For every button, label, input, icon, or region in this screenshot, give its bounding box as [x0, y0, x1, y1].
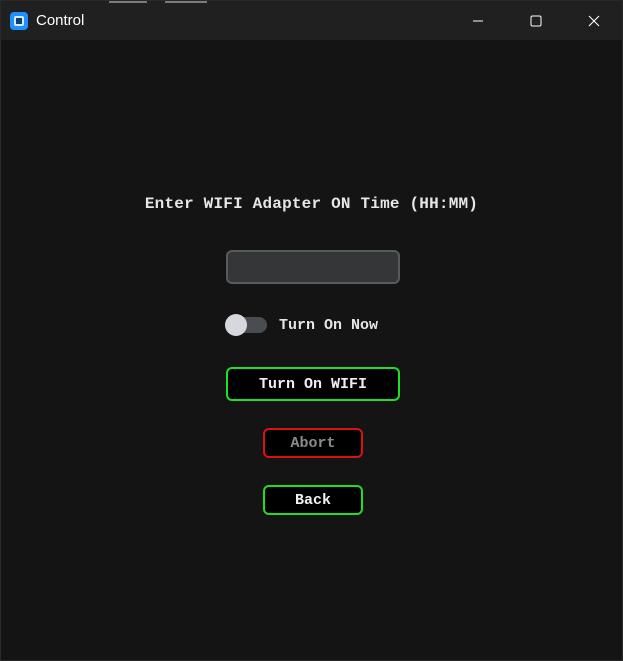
close-icon [588, 15, 600, 26]
abort-button[interactable]: Abort [263, 428, 363, 458]
minimize-button[interactable] [449, 1, 507, 40]
close-button[interactable] [565, 1, 623, 40]
app-icon [10, 12, 28, 30]
minimize-icon [473, 20, 483, 21]
turn-on-now-switch-row[interactable]: Turn On Now [225, 313, 378, 337]
maximize-icon [530, 15, 542, 26]
title-tab-indicators [109, 1, 207, 3]
maximize-button[interactable] [507, 1, 565, 40]
time-prompt-label: Enter WIFI Adapter ON Time (HH:MM) [144, 195, 479, 213]
main-content: Enter WIFI Adapter ON Time (HH:MM) Turn … [1, 40, 622, 660]
window-title: Control [36, 12, 85, 29]
title-bar[interactable]: Control [1, 1, 622, 40]
back-button[interactable]: Back [263, 485, 363, 515]
turn-on-now-label[interactable]: Turn On Now [279, 317, 378, 334]
switch-knob[interactable] [225, 314, 247, 336]
app-window: Control Enter WIFI Adapter ON Time (HH:M… [0, 0, 623, 661]
turn-on-wifi-button[interactable]: Turn On WIFI [226, 367, 400, 401]
turn-on-now-switch[interactable] [225, 314, 267, 336]
time-input[interactable] [226, 250, 400, 284]
